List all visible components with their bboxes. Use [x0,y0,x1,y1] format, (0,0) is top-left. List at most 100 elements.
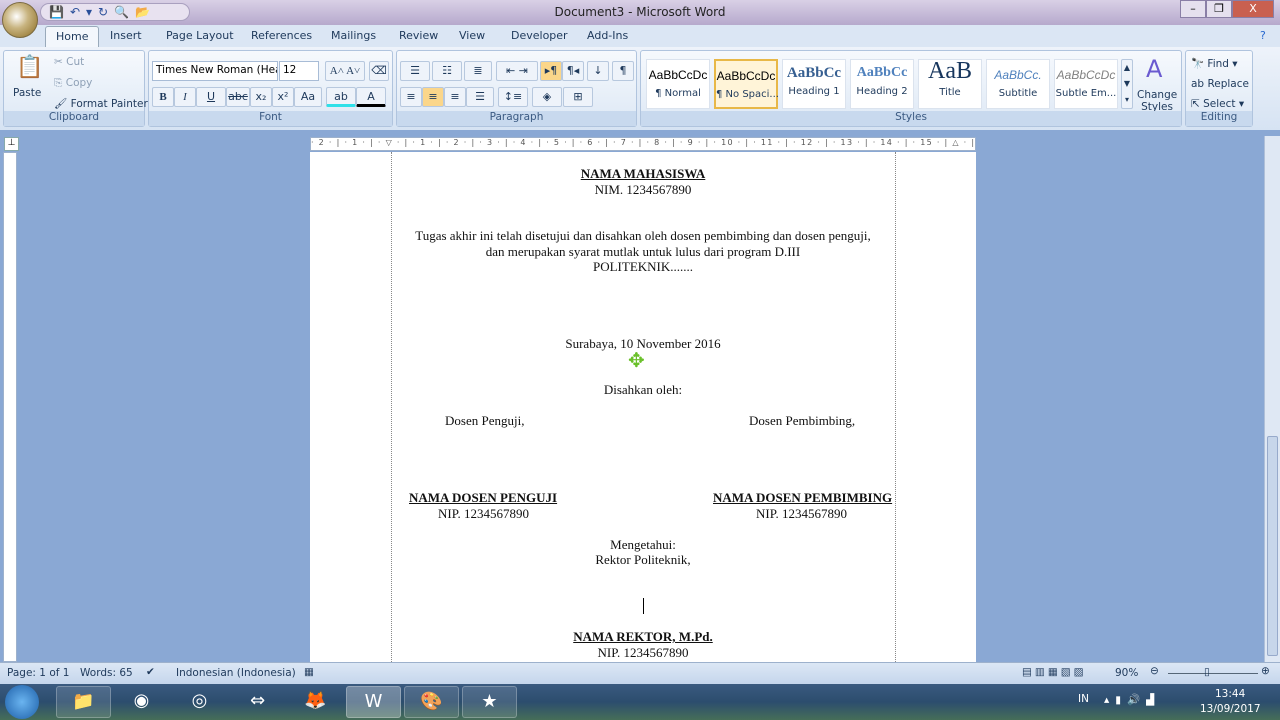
ltr-icon[interactable]: ▸¶ [540,61,562,81]
undo-dropdown-icon[interactable]: ▾ [86,5,92,19]
select-button[interactable]: ⇱ Select ▾ [1191,98,1244,110]
scroll-thumb[interactable] [1267,436,1278,656]
right-margin-guide [895,152,896,662]
teamviewer-icon[interactable]: ⇔ [230,686,285,718]
start-button[interactable] [5,685,39,719]
justify-icon[interactable]: ☰ [466,87,494,107]
word-count[interactable]: Words: 65 [80,667,133,679]
grow-font[interactable]: A˄ [330,65,344,77]
student-name: NAMA MAHASISWA [580,166,706,181]
style-normal[interactable]: AaBbCcDc ¶ Normal [646,59,710,109]
save-icon[interactable]: 💾 [49,5,64,19]
help-icon[interactable]: ? [1260,29,1266,42]
align-right-icon[interactable]: ≡ [444,87,466,107]
style-heading-2[interactable]: AaBbCc Heading 2 [850,59,914,109]
open-icon[interactable]: 📂 [135,5,150,19]
tab-mailings[interactable]: Mailings [331,29,376,42]
change-case-button[interactable]: Aa [294,87,322,107]
indent-icons[interactable]: ⇤ ⇥ [496,61,538,81]
replace-button[interactable]: ab Replace [1191,78,1249,90]
horizontal-ruler[interactable]: · 2 · | · 1 · | · ▽ · | · 1 · | · 2 · | … [310,137,976,151]
font-name-select[interactable]: Times New Roman (Hea [152,61,278,81]
redo-icon[interactable]: ↻ [98,5,108,19]
clear-formatting-icon[interactable]: ⌫ [369,61,389,81]
vertical-ruler[interactable] [3,152,17,662]
style-title[interactable]: AaB Title [918,58,982,109]
superscript-button[interactable]: x² [272,87,294,107]
restore-button[interactable]: ❐ [1206,0,1232,18]
grow-shrink-font-button[interactable]: A˄ A˅ [325,61,365,81]
zoom-in-icon[interactable]: ⊕ [1261,665,1270,677]
show-formatting-button[interactable]: ¶ [612,61,634,81]
subscript-button[interactable]: x₂ [250,87,272,107]
paste-button[interactable]: Paste [13,87,41,99]
styles-scroll[interactable]: ▲ ▼ ▾ [1121,59,1133,109]
numbering-icon[interactable]: ☷ [432,61,462,81]
tab-page-layout[interactable]: Page Layout [166,29,234,42]
style-heading-1[interactable]: AaBbCc Heading 1 [782,59,846,109]
view-buttons[interactable]: ▤▥▦▧▨ [1022,666,1087,678]
zoom-level[interactable]: 90% [1115,667,1138,679]
chrome-icon[interactable]: ◉ [114,686,169,718]
tab-developer[interactable]: Developer [511,29,568,42]
change-styles-icon[interactable]: A [1146,55,1162,83]
firefox-icon[interactable]: 🦊 [288,686,343,718]
find-button[interactable]: 🔭 Find ▾ [1191,57,1238,70]
align-center-icon[interactable]: ≡ [422,87,444,107]
copy-button[interactable]: ⎘ Copy [54,77,92,90]
bullets-icon[interactable]: ☰ [400,61,430,81]
print-preview-icon[interactable]: 🔍 [114,5,129,19]
font-size-select[interactable]: 12 [279,61,319,81]
close-button[interactable]: X [1232,0,1274,18]
borders-icon[interactable]: ⊞ [563,87,593,107]
italic-button[interactable]: I [174,87,196,107]
tab-view[interactable]: View [459,29,485,42]
strikethrough-button[interactable]: abc [226,87,250,107]
font-color-icon[interactable]: A [356,87,386,107]
shading-icon[interactable]: ◈ [532,87,562,107]
style-no-spacing[interactable]: AaBbCcDc ¶ No Spaci... [714,59,779,109]
undo-icon[interactable]: ↶ [70,5,80,19]
zoom-slider[interactable] [1168,673,1258,674]
paste-icon[interactable]: 📋 [16,55,43,80]
tab-selector[interactable]: ⊥ [4,137,19,151]
cut-button[interactable]: ✂ Cut [54,56,84,68]
underline-button[interactable]: U [196,87,226,107]
bold-button[interactable]: B [152,87,174,107]
page-count[interactable]: Page: 1 of 1 [7,667,69,679]
format-painter-button[interactable]: 🖌 Format Painter [54,97,148,110]
rtl-icon[interactable]: ¶◂ [562,61,584,81]
tab-home[interactable]: Home [45,26,100,48]
zoom-out-icon[interactable]: ⊖ [1150,665,1159,677]
proofing-icon[interactable]: ✔ [146,666,155,678]
zoom-slider-thumb[interactable]: ▯ [1204,666,1210,678]
tab-references[interactable]: References [251,29,312,42]
clock-time[interactable]: 13:44 [1215,688,1245,700]
shrink-font[interactable]: A˅ [346,65,360,77]
tab-add-ins[interactable]: Add-Ins [587,29,628,42]
tab-review[interactable]: Review [399,29,438,42]
style-subtle-emphasis[interactable]: AaBbCcDc Subtle Em... [1054,59,1118,109]
input-language[interactable]: IN [1078,693,1089,705]
clock-date[interactable]: 13/09/2017 [1200,703,1261,715]
align-left-icon[interactable]: ≡ [400,87,422,107]
multilevel-list-icon[interactable]: ≣ [464,61,492,81]
macro-icon[interactable]: ▦ [304,666,314,678]
paint-icon[interactable]: 🎨 [404,686,459,718]
chromium-icon[interactable]: ◎ [172,686,227,718]
change-styles-button[interactable]: Change Styles [1137,89,1177,113]
language[interactable]: Indonesian (Indonesia) [176,667,296,679]
movie-maker-icon[interactable]: ★ [462,686,517,718]
student-nim: NIM. 1234567890 [594,182,692,197]
minimize-button[interactable]: – [1180,0,1206,18]
line-spacing-icon[interactable]: ↕≡ [498,87,528,107]
word-icon[interactable]: W [346,686,401,718]
highlight-icon[interactable]: ab [326,87,356,107]
tab-insert[interactable]: Insert [110,29,142,42]
tray-icons[interactable]: ▴▮🔊▟ [1104,693,1160,706]
office-button[interactable] [2,2,38,38]
vertical-scrollbar[interactable] [1264,136,1280,662]
style-subtitle[interactable]: AaBbCc. Subtitle [986,59,1050,109]
explorer-icon[interactable]: 📁 [56,686,111,718]
sort-icon[interactable]: ↓ [587,61,609,81]
